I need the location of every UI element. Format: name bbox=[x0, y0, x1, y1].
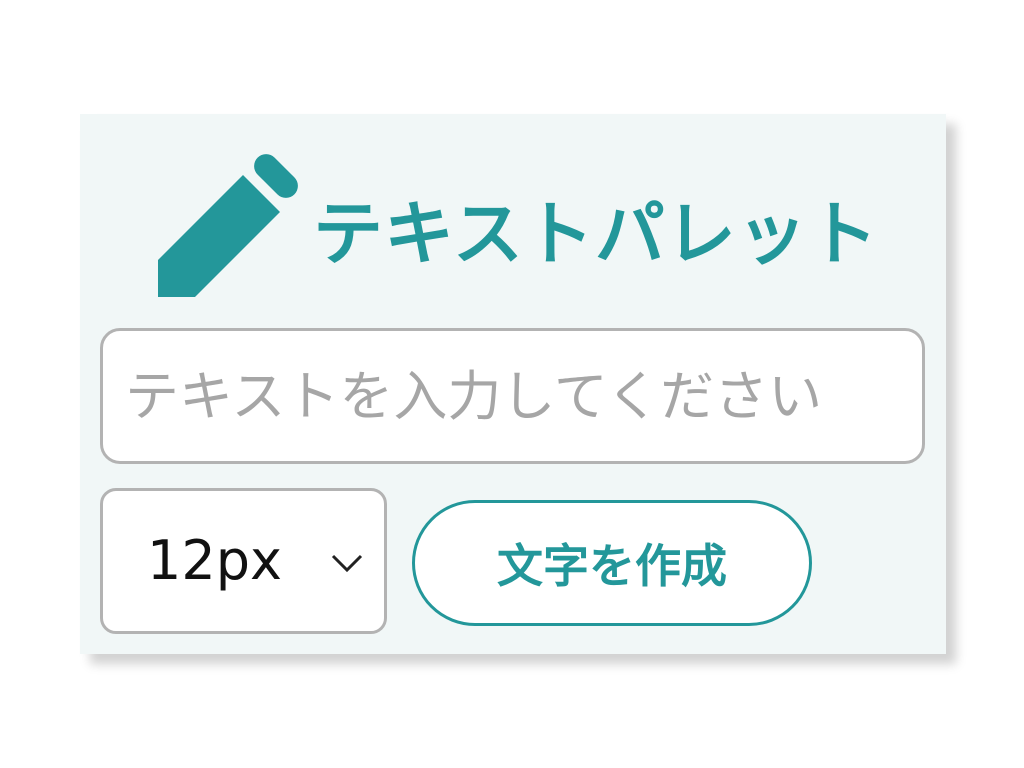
font-size-select[interactable]: 12px bbox=[100, 488, 387, 634]
create-text-button[interactable]: 文字を作成 bbox=[412, 500, 812, 626]
chevron-down-icon bbox=[331, 554, 363, 573]
palette-header: テキストパレット bbox=[158, 152, 879, 297]
pencil-icon bbox=[158, 154, 298, 297]
text-input[interactable] bbox=[100, 328, 925, 464]
palette-title: テキストパレット bbox=[313, 193, 879, 275]
text-palette-panel: テキストパレット 12px 文字を作成 bbox=[80, 114, 946, 654]
font-size-value: 12px bbox=[147, 529, 282, 592]
